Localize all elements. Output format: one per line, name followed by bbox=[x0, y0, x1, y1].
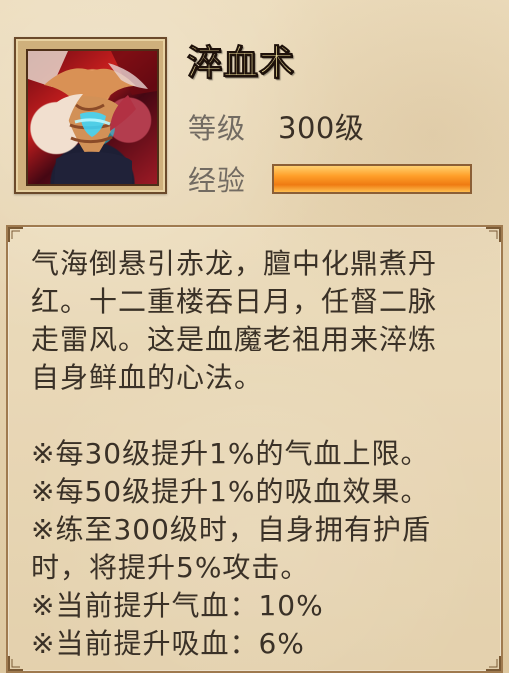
effect-line: ※每30级提升1%的气血上限。 bbox=[31, 437, 430, 470]
skill-description-panel: 气海倒悬引赤龙，膻中化鼎煮丹 红。十二重楼吞日月，任督二脉 走雷风。这是血魔老祖… bbox=[6, 225, 503, 673]
effect-line: ※当前提升吸血：6% bbox=[31, 627, 305, 660]
experience-bar bbox=[272, 164, 472, 194]
effect-line: 时，将提升5%攻击。 bbox=[31, 551, 310, 584]
corner-ornament-icon bbox=[485, 227, 501, 243]
description-line: 自身鲜血的心法。 bbox=[31, 361, 264, 394]
description-line: 气海倒悬引赤龙，膻中化鼎煮丹 bbox=[31, 247, 438, 280]
description-line: 走雷风。这是血魔老祖用来淬炼 bbox=[31, 323, 438, 356]
experience-label: 经验 bbox=[188, 164, 247, 197]
effect-line: ※当前提升气血：10% bbox=[31, 589, 324, 622]
experience-bar-fill bbox=[274, 166, 470, 192]
effect-line: ※练至300级时，自身拥有护盾 bbox=[31, 513, 431, 546]
skill-description-text: 气海倒悬引赤龙，膻中化鼎煮丹 红。十二重楼吞日月，任督二脉 走雷风。这是血魔老祖… bbox=[31, 245, 491, 663]
effect-line: ※每50级提升1%的吸血效果。 bbox=[31, 475, 430, 508]
description-line: 红。十二重楼吞日月，任督二脉 bbox=[31, 285, 438, 318]
skill-portrait-frame bbox=[14, 37, 167, 194]
corner-ornament-icon bbox=[8, 655, 24, 671]
corner-ornament-icon bbox=[8, 227, 24, 243]
skill-title: 淬血术 bbox=[186, 44, 296, 85]
level-value: 300级 bbox=[278, 111, 365, 145]
skill-portrait-icon bbox=[26, 49, 159, 186]
skill-detail-panel: 淬血术 等级 300级 经验 气海倒悬引赤龙，膻中化鼎煮丹 红。十二重楼吞日月，… bbox=[0, 0, 509, 673]
level-label: 等级 bbox=[188, 112, 247, 145]
